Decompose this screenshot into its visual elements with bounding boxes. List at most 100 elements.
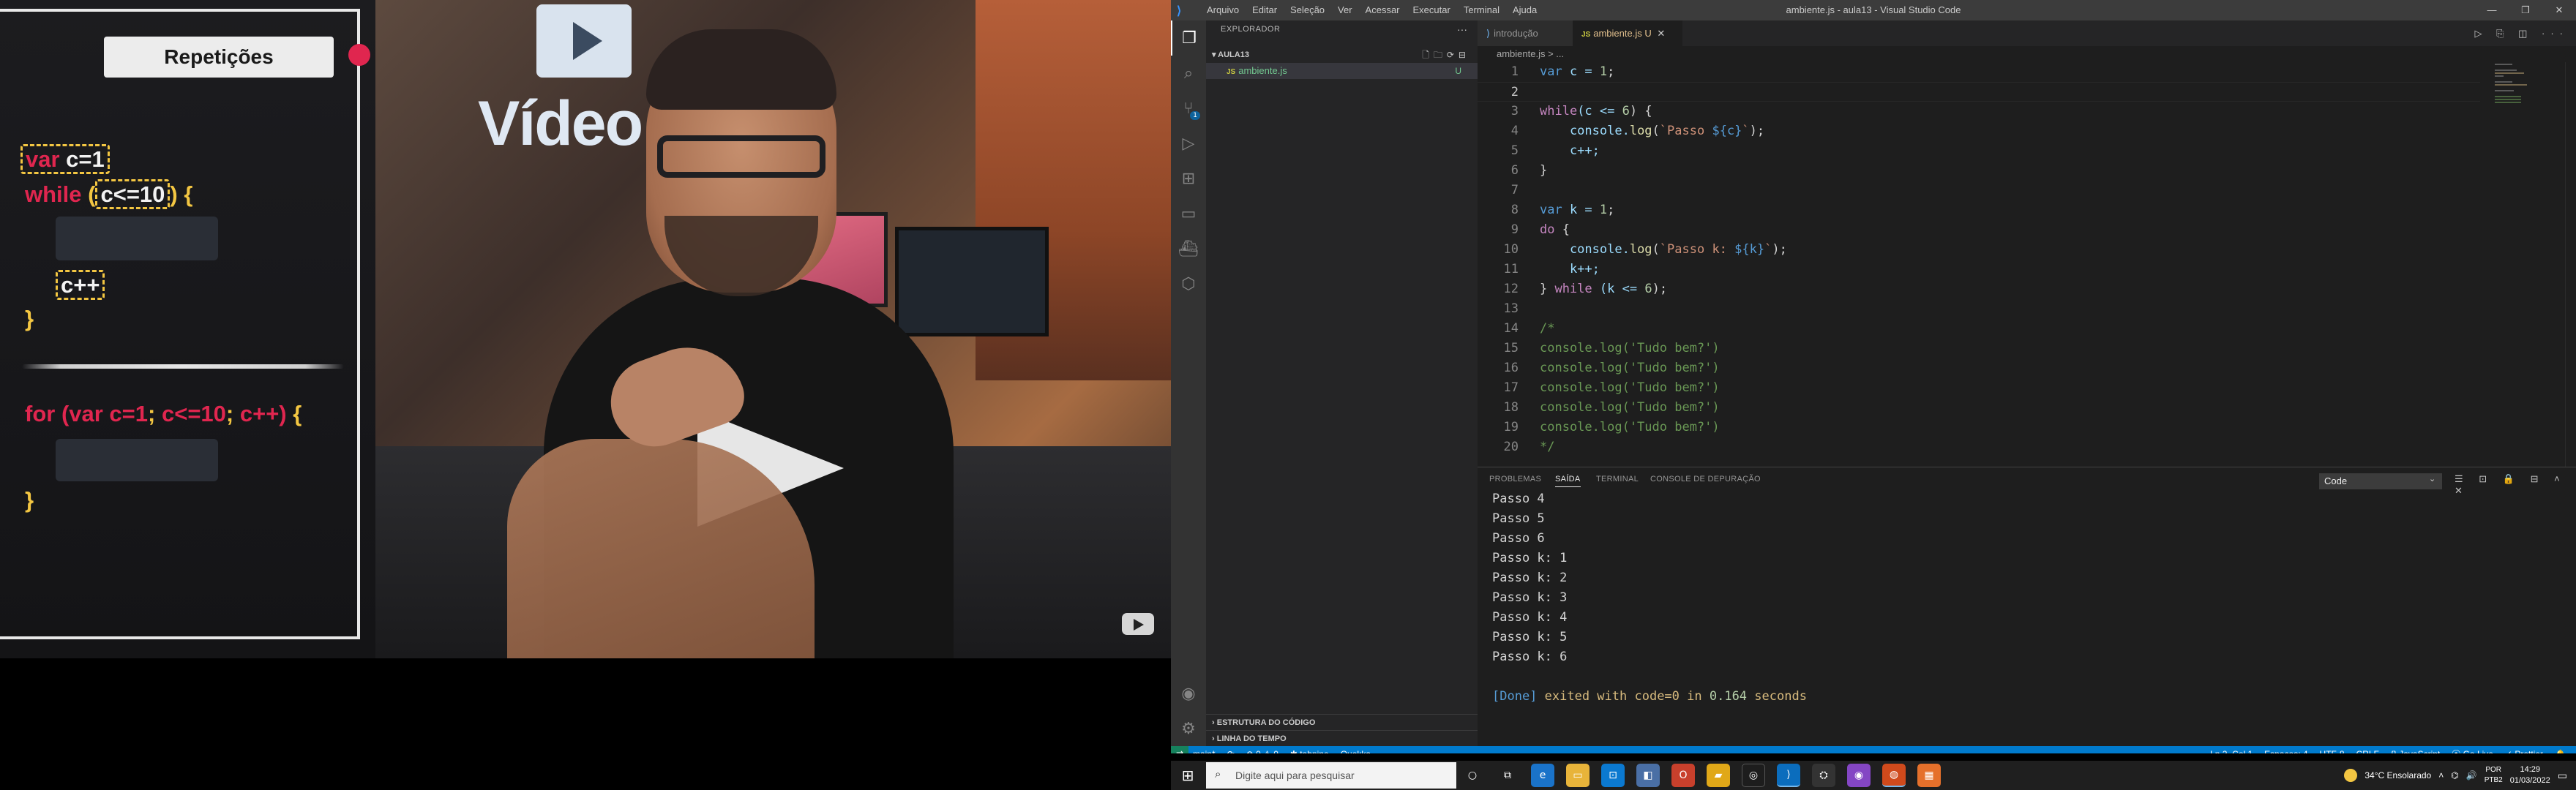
quokka-status[interactable]: Quokka [1341,746,1371,753]
remote-explorer-icon[interactable]: ▭ [1171,196,1206,231]
obs-icon[interactable]: ◉ [1847,764,1871,787]
windows-start-icon[interactable]: ⊞ [1171,761,1205,790]
chrome-icon[interactable]: ◍ [1882,764,1906,787]
weather-sun-icon[interactable] [2344,769,2358,782]
menu-editar[interactable]: Editar [1246,0,1284,20]
problems-status[interactable]: ⊗ 0 ⚠ 0 [1246,746,1278,753]
explorer-icon[interactable]: ❐ [1171,20,1206,56]
slide-code-text: c<=10 [95,179,171,209]
outline-section[interactable]: › ESTRUTURA DO CÓDIGO [1206,714,1478,730]
clock[interactable]: 14:29 01/03/2022 [2510,764,2550,786]
taskbar-search-input[interactable]: Digite aqui para pesquisar [1206,762,1456,789]
line-number: 13 [1503,301,1519,316]
volume-icon[interactable]: 🔊 [2466,770,2477,780]
notifications-bell-icon[interactable]: 🔔 [2555,746,2566,753]
language-mode[interactable]: {} JavaScript [2391,746,2440,753]
menu-selecao[interactable]: Seleção [1284,0,1331,20]
encoding-status[interactable]: UTF-8 [2320,746,2345,753]
minimap[interactable] [2495,62,2561,121]
breadcrumb[interactable]: ambiente.js > ... [1478,46,2576,62]
extension-gear-icon[interactable]: ⬡ [1171,266,1206,301]
editor-actions[interactable]: ▷ ⎘ ◫ ··· [2474,20,2569,46]
slide-marker-dot [348,44,370,66]
task-view-icon[interactable]: ⧉ [1496,764,1519,787]
panel-tab-console[interactable]: CONSOLE DE DEPURAÇÃO [1650,475,1761,484]
extensions-icon[interactable]: ⊞ [1171,161,1206,196]
code-token: } [1540,282,1555,296]
app-icon[interactable]: ◎ [1742,764,1765,787]
youtube-play-icon[interactable] [1122,613,1154,635]
tab-introducao[interactable]: ⟩ introdução [1478,20,1573,46]
indentation-status[interactable]: Espaços: 4 [2264,746,2307,753]
account-icon[interactable]: ◉ [1171,676,1206,711]
eol-status[interactable]: CRLF [2356,746,2379,753]
line-number: 16 [1503,361,1519,375]
docker-icon[interactable]: ⛴ [1171,231,1206,266]
panel-tab-problemas[interactable]: PROBLEMAS [1489,475,1541,484]
line-number: 12 [1503,282,1519,296]
folder-actions[interactable]: 🗋🗀⟳⊟ [1422,47,1470,63]
chevron-up-icon[interactable]: ˄ [2438,770,2444,780]
notification-center-icon[interactable]: ▭ [2558,770,2567,782]
app-icon[interactable]: ⛭ [1812,764,1835,787]
file-ambiente-js[interactable]: JS ambiente.js [1206,63,1478,79]
minimize-button[interactable]: — [2475,0,2509,20]
lang-line: PTB2 [2484,776,2503,784]
folder-icon[interactable]: ▰ [1707,764,1730,787]
line-number: 1 [1510,64,1519,79]
app-icon[interactable]: ◧ [1636,764,1660,787]
app-icon[interactable]: ▦ [1917,764,1941,787]
search-icon[interactable]: ⌕ [1171,56,1206,91]
run-debug-icon[interactable]: ▷ [1171,126,1206,161]
office-icon[interactable]: O [1671,764,1695,787]
panel-tab-terminal[interactable]: TERMINAL [1596,475,1639,484]
code-token: while [1540,104,1578,118]
slide-code-text: (var c=1 [61,401,149,426]
weather-text[interactable]: 34°C Ensolarado [2365,770,2431,780]
status-left: main* ⟳ ⊗ 0 ⚠ 0 ✱ tabnine Quokka [1193,746,1371,753]
code-token: } [1540,163,1548,178]
output-line: Passo k: 2 [1492,571,1568,585]
language-indicator[interactable]: POR PTB2 [2485,765,2503,786]
go-live-button[interactable]: ⦿ Go Live [2452,746,2493,753]
output-line: Passo k: 6 [1492,650,1568,664]
source-control-icon[interactable]: ⑂ 1 [1171,91,1206,126]
output-channel-select[interactable]: Code [2319,473,2442,489]
editor-scrollbar[interactable] [2565,62,2575,467]
code-editor[interactable]: 1 var c = 1; 2 3 while(c <= 6) { 4 console… [1478,62,2576,467]
panel-tab-saida[interactable]: SAÍDA [1555,475,1581,487]
vscode-icon[interactable]: ⟩ [1777,764,1800,787]
file-explorer-icon[interactable]: ▭ [1566,764,1590,787]
menu-arquivo[interactable]: Arquivo [1200,0,1246,20]
tab-ambiente-js[interactable]: JS ambiente.js U ✕ [1573,20,1682,46]
close-tab-icon[interactable]: ✕ [1657,28,1665,39]
screen: Repetições var c=1 while (c<=10) { c++ }… [0,0,2576,790]
vscode-icon: ⟩ [1177,5,1182,18]
restore-button[interactable]: ❐ [2509,0,2542,20]
menu-ajuda[interactable]: Ajuda [1506,0,1543,20]
edge-icon[interactable]: e [1531,764,1554,787]
close-window-button[interactable]: ✕ [2542,0,2576,20]
timeline-section[interactable]: › LINHA DO TEMPO [1206,730,1478,746]
branch-status[interactable]: main* [1193,746,1216,753]
code-token: ); [1749,124,1765,138]
cortana-icon[interactable]: ○ [1461,764,1484,787]
menu-terminal[interactable]: Terminal [1457,0,1506,20]
more-actions-icon[interactable]: ··· [1457,23,1467,35]
network-icon[interactable]: ⌬ [2451,770,2458,780]
menu-acessar[interactable]: Acessar [1359,0,1407,20]
prettier-status[interactable]: ✓ Prettier [2505,746,2543,753]
remote-icon[interactable]: ⇄ [1171,746,1188,753]
tabnine-status[interactable]: ✱ tabnine [1290,746,1329,753]
menu-ver[interactable]: Ver [1331,0,1359,20]
code-line: 5 c++; [1478,141,2480,161]
store-icon[interactable]: ⊡ [1601,764,1625,787]
code-token: console. [1540,124,1630,138]
sync-icon[interactable]: ⟳ [1227,746,1235,753]
video-player[interactable]: Repetições var c=1 while (c<=10) { c++ }… [0,0,1171,658]
slide-divider [22,364,344,369]
menu-executar[interactable]: Executar [1407,0,1457,20]
code-token: `Passo [1659,124,1712,138]
cursor-position[interactable]: Ln 2, Col 1 [2210,746,2253,753]
settings-gear-icon[interactable]: ⚙ [1171,711,1206,746]
